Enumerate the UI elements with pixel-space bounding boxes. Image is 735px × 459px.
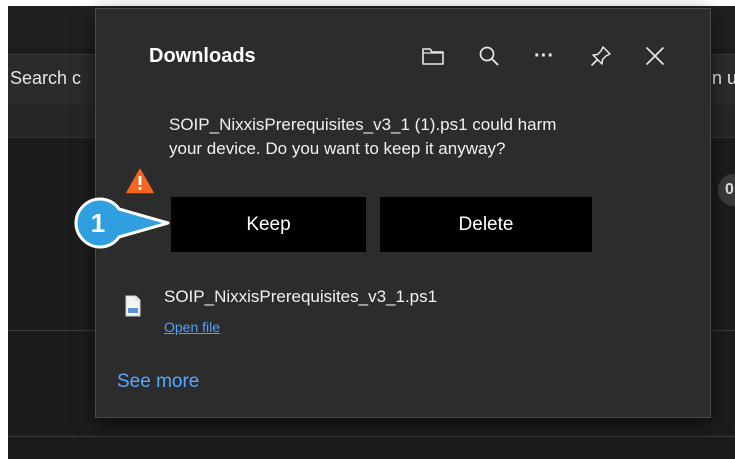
folder-icon[interactable] [416, 39, 450, 73]
downloads-flyout: Downloads ··· SOIP_NixxisPrerequisites_v… [95, 8, 711, 418]
warning-icon [126, 168, 154, 194]
step-number: 1 [90, 208, 106, 238]
screenshot-stage: Search c n u 0 Downloads ··· SOIP_Nixxis… [0, 0, 735, 459]
file-name: SOIP_NixxisPrerequisites_v3_1.ps1 [164, 287, 438, 306]
search-icon[interactable] [472, 39, 506, 73]
background-search-text: Search c [10, 68, 82, 88]
open-file-link[interactable]: Open file [164, 319, 220, 335]
more-icon[interactable]: ··· [527, 39, 561, 73]
downloads-title: Downloads [149, 45, 256, 67]
see-more-link[interactable]: See more [117, 371, 199, 393]
background-divider [8, 436, 735, 437]
pin-icon[interactable] [584, 39, 618, 73]
warning-message: SOIP_NixxisPrerequisites_v3_1 (1).ps1 co… [169, 115, 557, 158]
script-file-icon [125, 295, 141, 317]
background-right-text: n u [712, 68, 735, 88]
keep-button[interactable]: Keep [171, 197, 366, 252]
delete-button[interactable]: Delete [380, 197, 592, 252]
close-icon[interactable] [638, 39, 672, 73]
